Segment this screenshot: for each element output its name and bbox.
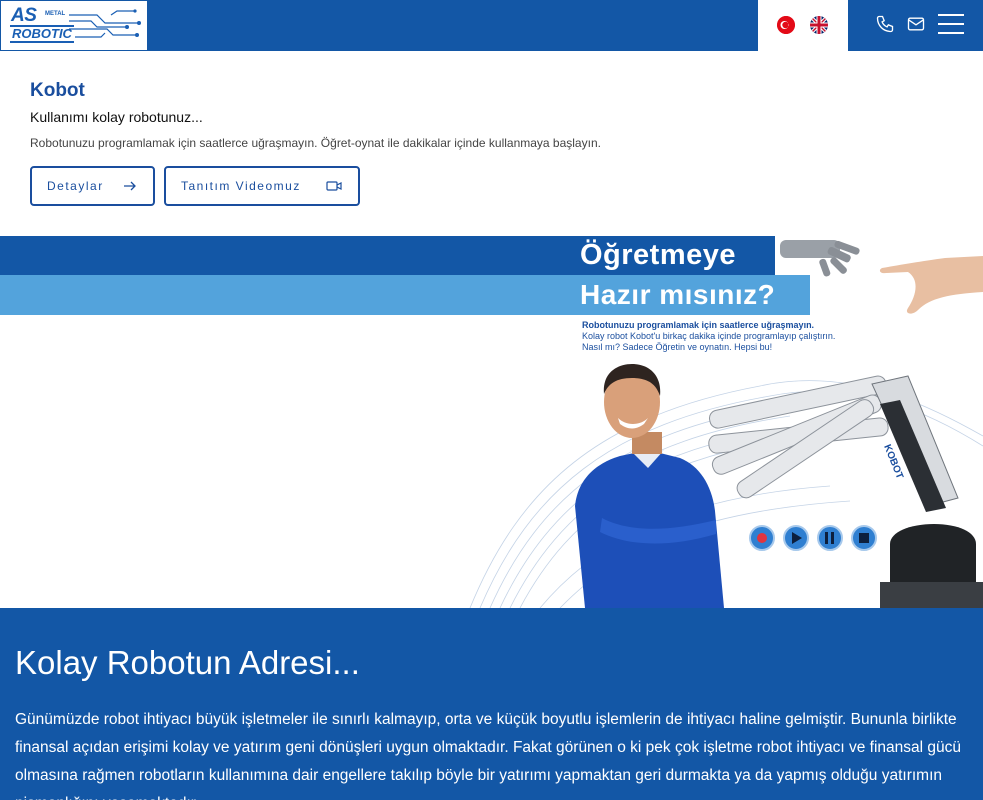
hamburger-menu-icon[interactable] xyxy=(938,14,964,36)
logo-as-text: AS xyxy=(11,5,37,26)
intro-video-button[interactable]: Tanıtım Videomuz xyxy=(164,166,360,206)
logo[interactable]: AS METAL ROBOTIC xyxy=(0,0,148,51)
mail-icon[interactable] xyxy=(906,14,928,36)
promo-banner: KOBOT Öğretmeye Hazır mısınız? Robotunuz… xyxy=(0,236,983,608)
banner-headline-1: Öğretmeye xyxy=(580,239,737,271)
english-flag-icon[interactable] xyxy=(810,16,828,34)
turkish-flag-icon[interactable] xyxy=(777,16,795,34)
play-icon xyxy=(783,525,809,551)
logo-metal-text: METAL xyxy=(45,11,66,17)
page-description: Robotunuzu programlamak için saatlerce u… xyxy=(30,136,601,150)
about-section: Kolay Robotun Adresi... Günümüzde robot … xyxy=(0,608,983,800)
logo-robotic-text: ROBOTIC xyxy=(10,25,74,43)
robot-arm: KOBOT xyxy=(708,375,983,608)
banner-headline-2: Hazır mısınız? xyxy=(580,279,776,310)
section-paragraph: Günümüzde robot ihtiyacı büyük işletmele… xyxy=(15,711,961,800)
stop-icon xyxy=(851,525,877,551)
record-icon xyxy=(749,525,775,551)
intro-video-button-label: Tanıtım Videomuz xyxy=(181,179,301,193)
banner-text-2: Kolay robot Kobot'u birkaç dakika içinde… xyxy=(582,331,836,341)
details-button-label: Detaylar xyxy=(47,179,104,193)
section-title: Kolay Robotun Adresi... xyxy=(15,644,360,681)
banner-text-3: Nasıl mı? Sadece Öğretin ve oynatın. Hep… xyxy=(582,342,773,352)
page-subtitle: Kullanımı kolay robotunuz... xyxy=(30,109,203,125)
video-camera-icon xyxy=(326,179,342,196)
language-switcher xyxy=(758,0,848,51)
pause-icon xyxy=(817,525,843,551)
banner-illustration: KOBOT xyxy=(469,240,983,608)
details-button[interactable]: Detaylar xyxy=(30,166,155,206)
page-title: Kobot xyxy=(30,80,85,101)
circuit-graphic xyxy=(69,9,141,38)
playback-controls xyxy=(749,525,877,551)
person xyxy=(575,364,724,608)
human-hand xyxy=(879,256,983,314)
phone-icon[interactable] xyxy=(875,14,897,36)
site-header: AS METAL ROBOTIC xyxy=(0,0,983,51)
robot-hand xyxy=(780,240,860,277)
arrow-right-icon xyxy=(123,179,137,196)
banner-text-1: Robotunuzu programlamak için saatlerce u… xyxy=(582,320,815,330)
